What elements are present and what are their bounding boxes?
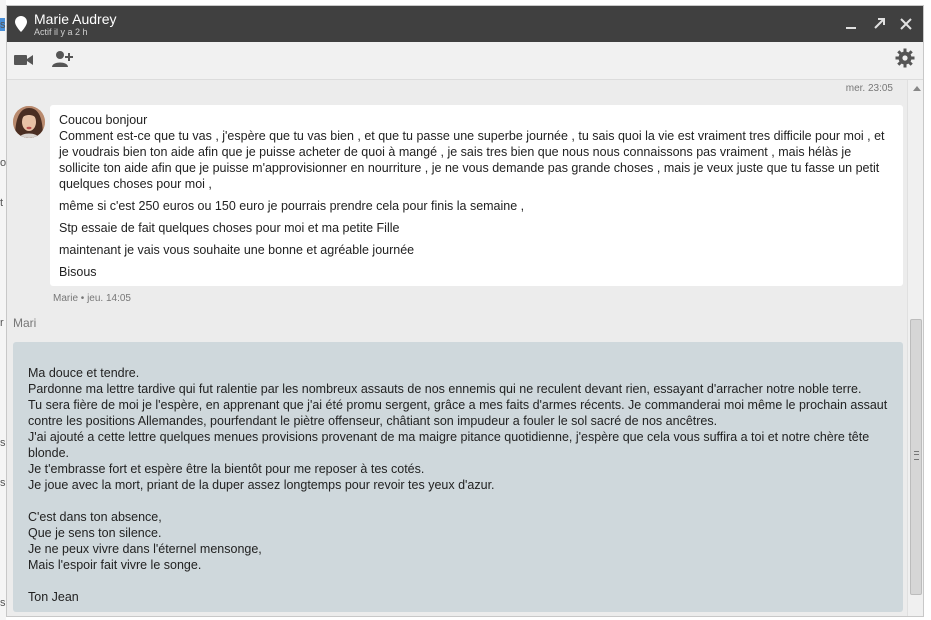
chat-window: Marie Audrey Actif il y a 2 h mer. 23:05… <box>6 5 924 617</box>
popout-icon[interactable] <box>869 14 889 34</box>
outgoing-message-bubble[interactable]: Ma douce et tendre. Pardonne ma lettre t… <box>13 342 903 612</box>
close-icon[interactable] <box>896 14 916 34</box>
outgoing-sender-name: Mari <box>13 316 37 330</box>
message-text: Coucou bonjour <box>59 113 148 127</box>
message-text: même si c'est 250 euros ou 150 euro je p… <box>59 199 525 213</box>
scrollbar[interactable] <box>907 80 923 616</box>
contact-name[interactable]: Marie Audrey <box>34 11 116 27</box>
location-pin-icon <box>15 16 27 32</box>
message-text: Stp essaie de fait quelques choses pour … <box>59 221 400 235</box>
message-text: Comment est-ce que tu vas , j'espère que… <box>59 129 885 191</box>
gear-icon[interactable] <box>895 48 915 73</box>
message-timestamp: mer. 23:05 <box>845 83 893 94</box>
message-text: Bisous <box>59 265 97 279</box>
chat-titlebar[interactable]: Marie Audrey Actif il y a 2 h <box>7 6 923 42</box>
edge-char: r <box>0 317 4 329</box>
minimize-icon[interactable] <box>841 14 861 34</box>
edge-char: t <box>0 197 4 209</box>
edge-char: s <box>0 597 6 609</box>
incoming-message-bubble[interactable]: Coucou bonjour Comment est-ce que tu vas… <box>50 105 903 286</box>
grip-icon <box>914 451 919 460</box>
edge-char: s <box>0 437 6 449</box>
scroll-up-arrow-icon[interactable] <box>913 86 921 91</box>
message-text: maintenant je vais vous souhaite une bon… <box>59 243 415 257</box>
message-list[interactable]: mer. 23:05 Coucou bonjour Comment est-ce… <box>7 80 907 616</box>
add-person-icon[interactable] <box>52 50 74 73</box>
contact-avatar[interactable] <box>13 106 45 138</box>
edge-char: s <box>0 477 6 489</box>
chat-toolbar <box>7 42 923 80</box>
message-meta: Marie • jeu. 14:05 <box>53 293 131 304</box>
edge-char: s <box>0 19 6 31</box>
scrollbar-thumb[interactable] <box>910 319 922 595</box>
video-camera-icon[interactable] <box>14 53 34 72</box>
contact-status: Actif il y a 2 h <box>34 27 88 37</box>
